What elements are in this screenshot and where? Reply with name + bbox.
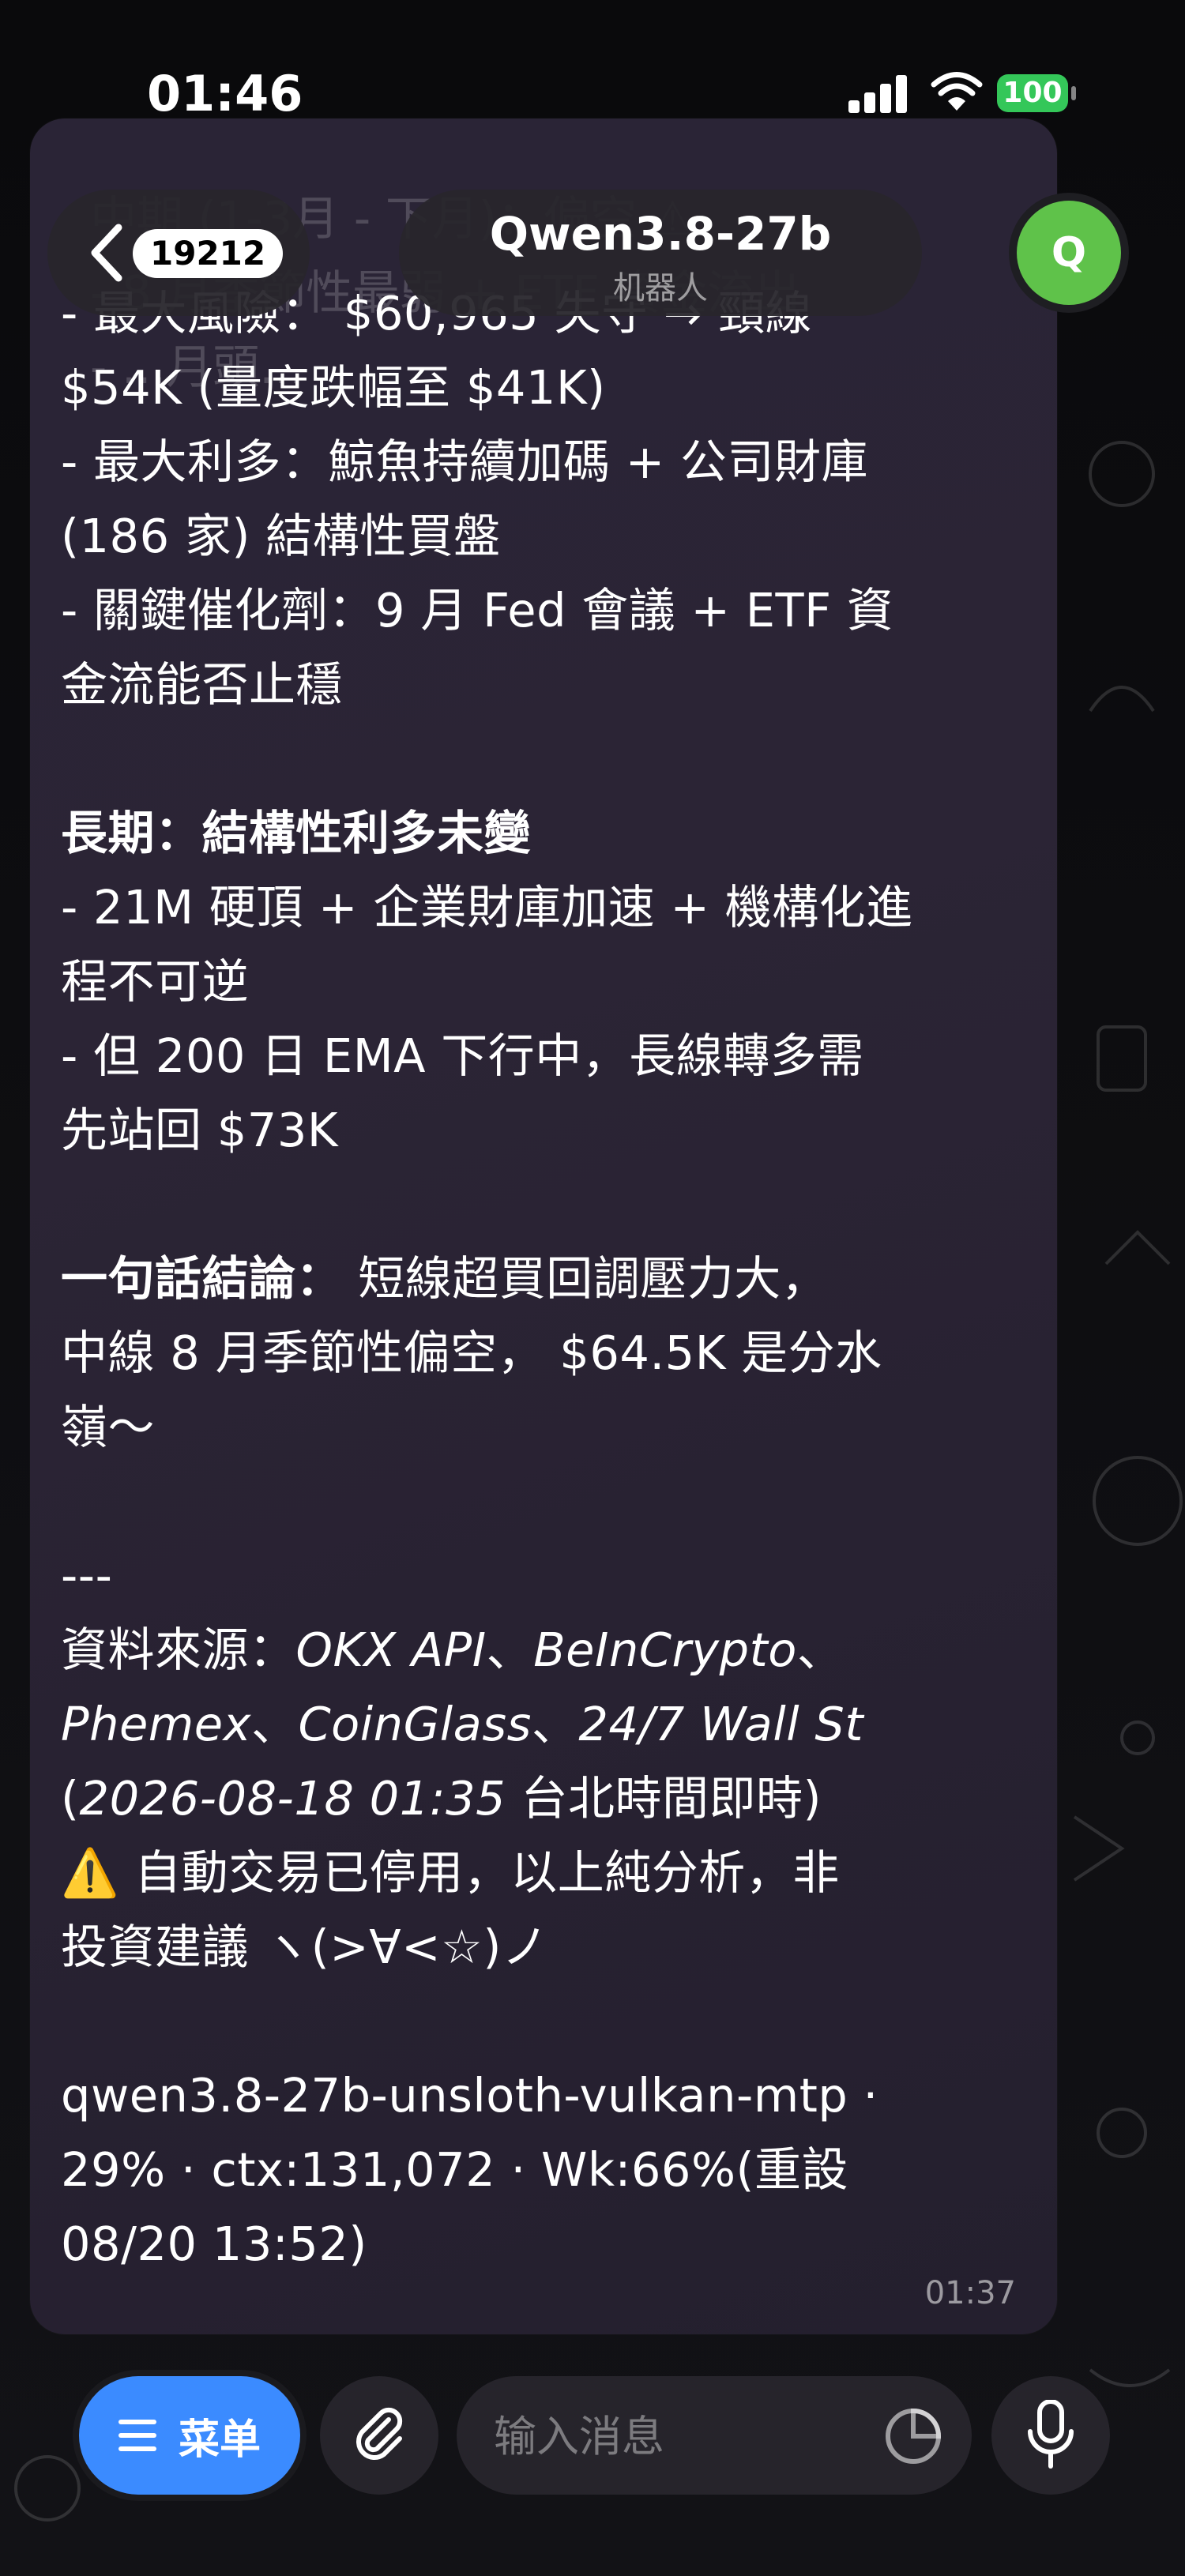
message-line: 嶺～ bbox=[61, 1400, 156, 1454]
wifi-icon bbox=[931, 72, 983, 111]
sticker-icon[interactable] bbox=[883, 2406, 943, 2466]
message-line: 中線 8 月季節性偏空， $64.5K 是分水 bbox=[61, 1326, 882, 1380]
status-time: 01:46 bbox=[147, 65, 303, 122]
conclusion-heading: 一句話結論： bbox=[61, 1251, 344, 1306]
voice-button[interactable] bbox=[991, 2376, 1110, 2495]
message-line: - 但 200 日 EMA 下行中，長線轉多需 bbox=[61, 1029, 864, 1083]
attach-button[interactable] bbox=[320, 2376, 438, 2495]
battery-indicator: 100 bbox=[997, 74, 1076, 112]
source-item: CoinGlass bbox=[298, 1697, 532, 1751]
message-line: - 21M 硬頂 + 企業財庫加速 + 機構化進 bbox=[61, 880, 913, 935]
microphone-icon bbox=[1028, 2400, 1074, 2469]
footer-line: 29% · ctx:131,072 · Wk:66%(重設 bbox=[61, 2142, 849, 2197]
message-line: $54K (量度跌幅至 $41K) bbox=[61, 360, 606, 415]
conclusion-text: 短線超買回調壓力大， bbox=[343, 1251, 829, 1306]
message-bubble[interactable]: 中期 (1-3月 - 下月)：偏空 ⚠- 8 月季節性最弱 + ETF 資金流出… bbox=[30, 118, 1057, 2334]
separator: 、 bbox=[796, 1623, 845, 1677]
message-line: 金流能否止穩 bbox=[61, 657, 344, 712]
message-line: 程不可逆 bbox=[61, 954, 250, 1009]
separator: 、 bbox=[250, 1697, 299, 1751]
source-item: BeInCrypto bbox=[533, 1623, 797, 1677]
separator: 、 bbox=[531, 1697, 579, 1751]
message-input-container[interactable] bbox=[457, 2376, 972, 2495]
message-text: - 最大風險： $60,965 失守 → 頸線 $54K (量度跌幅至 $41K)… bbox=[61, 276, 1056, 2281]
avatar-letter: Q bbox=[1017, 201, 1121, 305]
timezone-text: 台北時間即時) bbox=[506, 1771, 822, 1826]
avatar[interactable]: Q bbox=[1009, 193, 1129, 313]
paren: ( bbox=[61, 1771, 80, 1826]
separator: 、 bbox=[486, 1623, 534, 1677]
signal-icon bbox=[848, 75, 907, 113]
message-line: 投資建議 ヽ(>∀<☆)ノ bbox=[61, 1920, 549, 1974]
source-item: 24/7 Wall St bbox=[578, 1697, 863, 1751]
menu-lines-icon bbox=[118, 2420, 156, 2451]
message-timestamp: 01:37 bbox=[924, 2275, 1016, 2311]
warning-text: 自動交易已停用，以上純分析，非 bbox=[118, 1845, 840, 1900]
footer-line: 08/20 13:52) bbox=[61, 2217, 367, 2271]
back-button[interactable]: 19212 bbox=[47, 190, 310, 316]
warning-icon: ⚠️ bbox=[61, 1845, 119, 1900]
source-timestamp: 2026-08-18 01:35 bbox=[79, 1771, 506, 1826]
chat-title[interactable]: Qwen3.8-27b 机器人 bbox=[399, 190, 922, 316]
chat-subtitle: 机器人 bbox=[613, 270, 708, 306]
source-item: OKX API bbox=[295, 1623, 487, 1677]
long-term-heading: 長期：結構性利多未變 bbox=[61, 806, 532, 860]
message-line: 先站回 $73K bbox=[61, 1103, 339, 1157]
message-line: (186 家) 結構性買盤 bbox=[61, 509, 501, 563]
menu-button[interactable]: 菜单 bbox=[79, 2376, 300, 2495]
sources-label: 資料來源： bbox=[61, 1623, 296, 1677]
divider: --- bbox=[61, 1548, 113, 1603]
chevron-left-icon bbox=[91, 224, 122, 282]
paperclip-icon bbox=[356, 2407, 403, 2460]
chat-name: Qwen3.8-27b bbox=[489, 207, 832, 261]
footer-line: qwen3.8-27b-unsloth-vulkan-mtp · bbox=[61, 2068, 878, 2123]
message-input[interactable] bbox=[492, 2404, 859, 2469]
message-line: - 最大利多：鯨魚持續加碼 + 公司財庫 bbox=[61, 434, 868, 489]
menu-label: 菜单 bbox=[178, 2416, 261, 2464]
unread-count-badge: 19212 bbox=[133, 229, 284, 278]
source-item: Phemex bbox=[61, 1697, 251, 1751]
message-line: - 關鍵催化劑：9 月 Fed 會議 + ETF 資 bbox=[61, 583, 894, 637]
